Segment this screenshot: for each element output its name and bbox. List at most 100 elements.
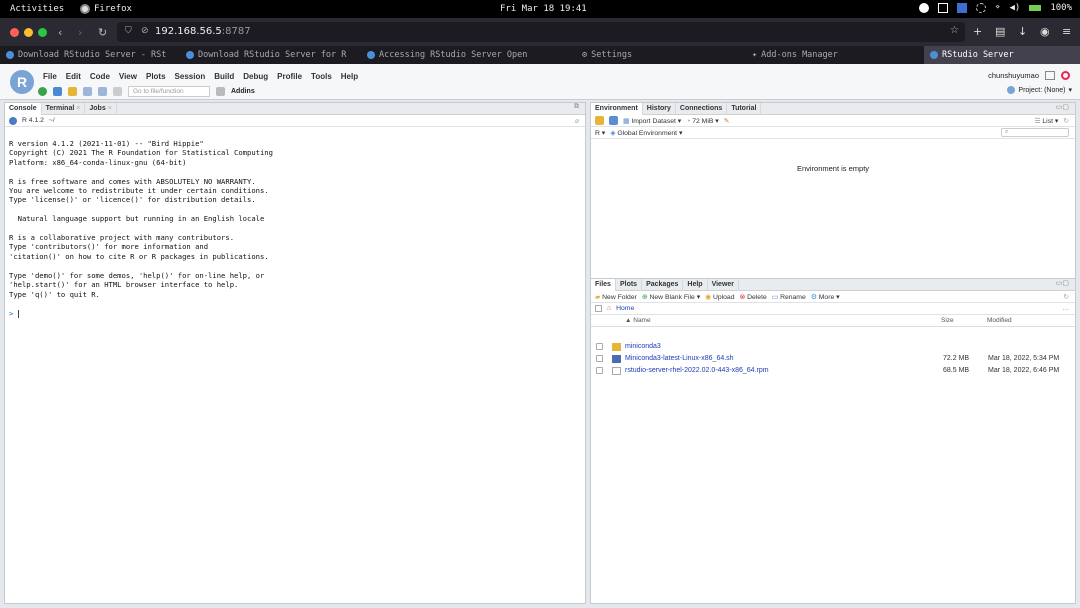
file-name[interactable]: miniconda3 bbox=[625, 343, 661, 350]
window-minimize-button[interactable] bbox=[24, 28, 33, 37]
window-maximize-button[interactable] bbox=[38, 28, 47, 37]
menu-edit[interactable]: Edit bbox=[66, 72, 81, 81]
activities-button[interactable]: Activities bbox=[10, 4, 64, 14]
memory-usage-button[interactable]: ◔ 72 MiB ▾ bbox=[686, 117, 718, 125]
info-icon[interactable] bbox=[919, 3, 930, 13]
file-row[interactable]: Miniconda3-latest-Linux-x86_64.sh 72.2 M… bbox=[591, 353, 1075, 365]
list-view-button[interactable]: ☰ List ▾ bbox=[1034, 117, 1058, 125]
open-file-icon[interactable] bbox=[68, 87, 77, 96]
reload-icon[interactable]: ↻ bbox=[98, 26, 107, 39]
tab-files[interactable]: Files bbox=[591, 279, 616, 291]
more-button[interactable]: ⚙ More ▾ bbox=[811, 293, 840, 301]
addins-menu[interactable]: Addins bbox=[231, 88, 255, 95]
browser-tab[interactable]: ⚙ Settings bbox=[576, 46, 726, 64]
maximize-pane-icon[interactable]: ⧉ bbox=[574, 103, 579, 114]
insecure-connection-icon[interactable]: ⊘ bbox=[141, 26, 149, 36]
broom-icon[interactable]: ✎ bbox=[724, 117, 730, 125]
project-menu[interactable]: Project: (None) ▾ bbox=[1007, 86, 1072, 94]
browser-tab[interactable]: Download RStudio Server - RSt bbox=[0, 46, 175, 64]
menu-profile[interactable]: Profile bbox=[277, 72, 302, 81]
tab-viewer[interactable]: Viewer bbox=[708, 279, 740, 291]
bookmark-star-icon[interactable]: ☆ bbox=[950, 25, 959, 36]
tab-packages[interactable]: Packages bbox=[642, 279, 684, 291]
menu-file[interactable]: File bbox=[43, 72, 57, 81]
clock[interactable]: Fri Mar 18 19:41 bbox=[500, 4, 587, 14]
file-row[interactable]: miniconda3 bbox=[591, 341, 1075, 353]
row-checkbox[interactable] bbox=[596, 367, 603, 374]
refresh-icon[interactable]: ↻ bbox=[1063, 293, 1069, 301]
tab-history[interactable]: History bbox=[643, 103, 676, 115]
downloads-icon[interactable]: ↓ bbox=[1018, 25, 1027, 38]
menu-debug[interactable]: Debug bbox=[243, 72, 268, 81]
save-icon[interactable] bbox=[83, 87, 92, 96]
url-bar[interactable]: ⛉ ⊘ 192.168.56.5:8787 ☆ bbox=[117, 22, 965, 42]
menu-tools[interactable]: Tools bbox=[311, 72, 332, 81]
brightness-icon[interactable] bbox=[976, 3, 987, 13]
home-icon[interactable]: ⌂ bbox=[607, 305, 611, 312]
app-indicator-icon[interactable] bbox=[957, 3, 968, 13]
account-icon[interactable]: ◉ bbox=[1040, 25, 1050, 38]
browser-tab[interactable]: Download RStudio Server for R bbox=[180, 46, 356, 64]
sign-out-icon[interactable] bbox=[1045, 71, 1055, 80]
refresh-icon[interactable]: ↻ bbox=[1063, 117, 1069, 125]
language-dropdown[interactable]: R ▾ bbox=[595, 129, 605, 137]
system-tray[interactable]: ⌔ ◀) 100% bbox=[919, 3, 1072, 13]
close-icon[interactable]: × bbox=[76, 105, 80, 112]
tab-terminal[interactable]: Terminal × bbox=[42, 103, 86, 115]
back-icon[interactable]: ‹ bbox=[58, 26, 62, 39]
rename-button[interactable]: ▭ Rename bbox=[772, 293, 806, 301]
browser-tab[interactable]: ✦ Add-ons Manager bbox=[746, 46, 896, 64]
app-menu[interactable]: Firefox bbox=[80, 4, 132, 14]
tab-connections[interactable]: Connections bbox=[676, 103, 728, 115]
sort-modified-header[interactable]: Modified bbox=[987, 317, 1012, 324]
browser-tab[interactable]: Accessing RStudio Server Open bbox=[361, 46, 539, 64]
tab-console[interactable]: Console bbox=[5, 103, 42, 115]
global-env-dropdown[interactable]: ◈ Global Environment ▾ bbox=[610, 129, 682, 137]
import-dataset-button[interactable]: ▦ Import Dataset ▾ bbox=[623, 117, 681, 125]
volume-icon[interactable]: ◀) bbox=[1009, 3, 1020, 13]
menu-code[interactable]: Code bbox=[90, 72, 110, 81]
new-folder-button[interactable]: ▰ New Folder bbox=[595, 293, 637, 301]
tab-help[interactable]: Help bbox=[683, 279, 708, 291]
row-checkbox[interactable] bbox=[596, 343, 603, 350]
file-row[interactable]: rstudio-server-rhel-2022.02.0-443-x86_64… bbox=[591, 365, 1075, 377]
close-icon[interactable]: × bbox=[108, 105, 112, 112]
new-file-icon[interactable] bbox=[38, 87, 47, 96]
minimize-pane-icon[interactable]: ▭▢ bbox=[1056, 279, 1069, 290]
forward-icon[interactable]: › bbox=[78, 26, 82, 39]
save-icon[interactable] bbox=[609, 116, 618, 125]
file-name[interactable]: rstudio-server-rhel-2022.02.0-443-x86_64… bbox=[625, 367, 769, 374]
menu-view[interactable]: View bbox=[119, 72, 137, 81]
delete-button[interactable]: ⊗ Delete bbox=[740, 293, 767, 301]
battery-icon[interactable] bbox=[1029, 5, 1042, 11]
menu-plots[interactable]: Plots bbox=[146, 72, 166, 81]
window-close-button[interactable] bbox=[10, 28, 19, 37]
select-all-checkbox[interactable] bbox=[595, 305, 602, 312]
open-folder-icon[interactable] bbox=[595, 116, 604, 125]
row-checkbox[interactable] bbox=[596, 355, 603, 362]
reader-list-icon[interactable]: ▤ bbox=[995, 25, 1005, 38]
working-dir[interactable]: ~/ bbox=[49, 117, 55, 124]
clear-console-icon[interactable]: ⌀ bbox=[575, 117, 579, 125]
menu-session[interactable]: Session bbox=[175, 72, 206, 81]
tab-environment[interactable]: Environment bbox=[591, 103, 643, 115]
save-all-icon[interactable] bbox=[98, 87, 107, 96]
browser-tab-active[interactable]: RStudio Server bbox=[924, 46, 1080, 64]
screenshot-icon[interactable] bbox=[938, 3, 949, 13]
upload-button[interactable]: ◉ Upload bbox=[705, 293, 734, 301]
new-tab-plus-icon[interactable]: + bbox=[973, 25, 982, 38]
url-text[interactable]: 192.168.56.5:8787 bbox=[155, 26, 251, 37]
wifi-icon[interactable]: ⌔ bbox=[995, 3, 1000, 13]
print-icon[interactable] bbox=[113, 87, 122, 96]
new-project-icon[interactable] bbox=[53, 87, 62, 96]
go-to-file-input[interactable]: Go to file/function bbox=[128, 86, 210, 97]
file-name[interactable]: Miniconda3-latest-Linux-x86_64.sh bbox=[625, 355, 734, 362]
tab-tutorial[interactable]: Tutorial bbox=[727, 103, 762, 115]
new-blank-file-button[interactable]: ⊕ New Blank File ▾ bbox=[642, 293, 700, 301]
menu-build[interactable]: Build bbox=[214, 72, 234, 81]
breadcrumb-home[interactable]: Home bbox=[616, 305, 634, 312]
tracking-shield-icon[interactable]: ⛉ bbox=[125, 26, 132, 36]
console-input[interactable]: > bbox=[9, 309, 19, 318]
sort-size-header[interactable]: Size bbox=[941, 317, 954, 324]
menu-help[interactable]: Help bbox=[341, 72, 358, 81]
